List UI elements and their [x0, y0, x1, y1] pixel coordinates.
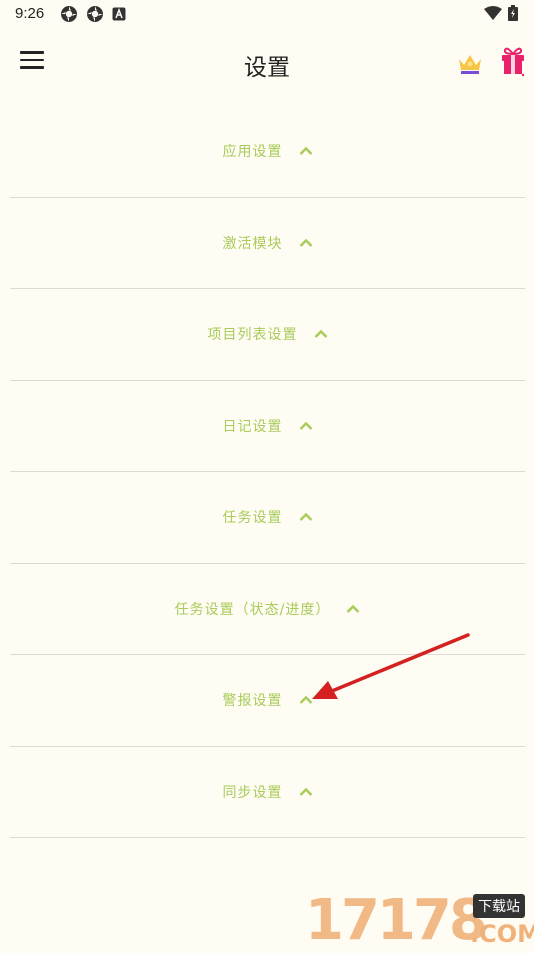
page-title: 设置: [244, 55, 290, 81]
section-task-status-settings[interactable]: 任务设置（状态/进度）: [10, 564, 525, 655]
section-label: 警报设置: [222, 693, 283, 710]
section-label: 项目列表设置: [207, 327, 298, 344]
section-label: 日记设置: [222, 418, 283, 435]
chevron-up-icon: [299, 238, 312, 247]
status-time: 9:26: [15, 5, 45, 22]
section-app-settings[interactable]: 应用设置: [10, 106, 525, 198]
wifi-icon: [484, 6, 502, 20]
site-watermark: 17178 下载站 .COM: [305, 880, 534, 953]
system-status-icons: [484, 5, 518, 21]
section-project-list-settings[interactable]: 项目列表设置: [10, 289, 525, 381]
keyboard-notification-icon: [112, 7, 126, 21]
watermark-com: .COM: [470, 920, 534, 948]
section-sync-settings[interactable]: 同步设置: [10, 747, 525, 838]
chevron-up-icon: [299, 696, 312, 705]
settings-section-list: 应用设置 激活模块 项目列表设置 日记设置 任务设置 任务设置（状态/进度） 警…: [10, 106, 525, 838]
section-diary-settings[interactable]: 日记设置: [10, 381, 525, 472]
status-bar: 9:26: [0, 0, 534, 28]
section-label: 应用设置: [222, 144, 283, 161]
section-label: 同步设置: [222, 784, 283, 801]
section-label: 任务设置: [222, 510, 283, 527]
watermark-tag: 下载站: [473, 894, 525, 918]
battery-icon: [508, 5, 518, 21]
app-notification-icon: [87, 6, 103, 22]
chevron-up-icon: [299, 513, 312, 522]
crown-icon[interactable]: [456, 50, 484, 78]
chevron-up-icon: [299, 147, 312, 156]
chevron-up-icon: [299, 787, 312, 796]
app-bar: 设置: [0, 38, 534, 88]
chevron-up-icon: [347, 604, 360, 613]
chevron-up-icon: [314, 330, 327, 339]
section-label: 激活模块: [222, 235, 283, 252]
section-task-settings[interactable]: 任务设置: [10, 472, 525, 564]
gift-icon[interactable]: [499, 46, 527, 78]
section-activate-modules[interactable]: 激活模块: [10, 198, 525, 289]
notification-icons: [60, 5, 126, 23]
chevron-up-icon: [299, 421, 312, 430]
section-alarm-settings[interactable]: 警报设置: [10, 655, 525, 747]
section-label: 任务设置（状态/进度）: [174, 601, 331, 618]
app-notification-icon: [61, 6, 77, 22]
watermark-digits: 17178: [305, 888, 488, 953]
